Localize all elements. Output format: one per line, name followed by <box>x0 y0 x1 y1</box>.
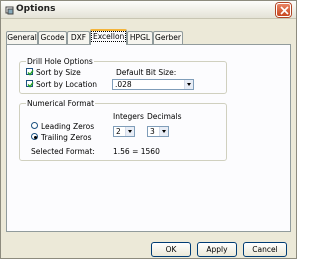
window-title: Options <box>16 4 56 14</box>
ok-button[interactable]: OK <box>151 242 191 257</box>
selected-format-label: Selected Format: <box>31 147 95 156</box>
tab-general[interactable]: General <box>6 31 38 44</box>
sort-by-location-label: Sort by Location <box>36 80 98 89</box>
drill-hole-group-title: Drill Hole Options <box>26 57 94 66</box>
chevron-down-icon[interactable] <box>184 80 193 89</box>
integers-label: Integers <box>113 112 144 121</box>
app-icon <box>5 6 14 15</box>
close-button[interactable] <box>276 3 291 17</box>
tab-hpgl[interactable]: HPGL <box>127 31 153 44</box>
close-icon <box>280 6 289 15</box>
numerical-format-group-title: Numerical Format <box>26 99 96 108</box>
default-bit-size-select[interactable]: .028 <box>112 79 194 90</box>
drill-hole-group: Drill Hole Options Sort by Size Sort by … <box>19 57 227 94</box>
options-dialog: Options General Gcode DXF Excellon HPGL … <box>0 0 297 259</box>
leading-zeros-label: Leading Zeros <box>41 122 95 131</box>
check-icon <box>27 82 34 88</box>
cancel-button[interactable]: Cancel <box>243 242 287 257</box>
title-bar[interactable]: Options <box>1 1 296 19</box>
excellon-panel: Drill Hole Options Sort by Size Sort by … <box>6 44 291 232</box>
apply-button[interactable]: Apply <box>197 242 237 257</box>
sort-by-size-label: Sort by Size <box>36 68 81 77</box>
sort-by-location-checkbox[interactable] <box>26 80 34 88</box>
default-bit-size-value: .028 <box>115 80 132 89</box>
decimals-label: Decimals <box>147 112 182 121</box>
tab-excellon-label: Excellon <box>91 31 127 42</box>
check-icon <box>27 70 34 76</box>
leading-zeros-radio[interactable] <box>31 122 38 129</box>
decimals-value: 3 <box>150 127 155 136</box>
default-bit-size-label: Default Bit Size: <box>116 68 177 77</box>
chevron-down-icon[interactable] <box>125 127 134 136</box>
tab-strip: General Gcode DXF Excellon HPGL Gerber <box>6 29 296 45</box>
selected-format-value: 1.56 = 1560 <box>113 147 160 156</box>
sort-by-size-checkbox[interactable] <box>26 68 34 76</box>
tab-excellon[interactable]: Excellon <box>90 29 127 45</box>
chevron-down-icon[interactable] <box>159 127 168 136</box>
tab-gerber[interactable]: Gerber <box>153 31 183 44</box>
tab-gcode[interactable]: Gcode <box>38 31 67 44</box>
trailing-zeros-radio[interactable] <box>31 133 38 140</box>
integers-select[interactable]: 2 <box>113 126 135 137</box>
decimals-select[interactable]: 3 <box>147 126 169 137</box>
trailing-zeros-label: Trailing Zeros <box>41 133 92 142</box>
tab-dxf[interactable]: DXF <box>67 31 90 44</box>
integers-value: 2 <box>116 127 121 136</box>
numerical-format-group: Numerical Format Integers Decimals Leadi… <box>19 99 227 161</box>
